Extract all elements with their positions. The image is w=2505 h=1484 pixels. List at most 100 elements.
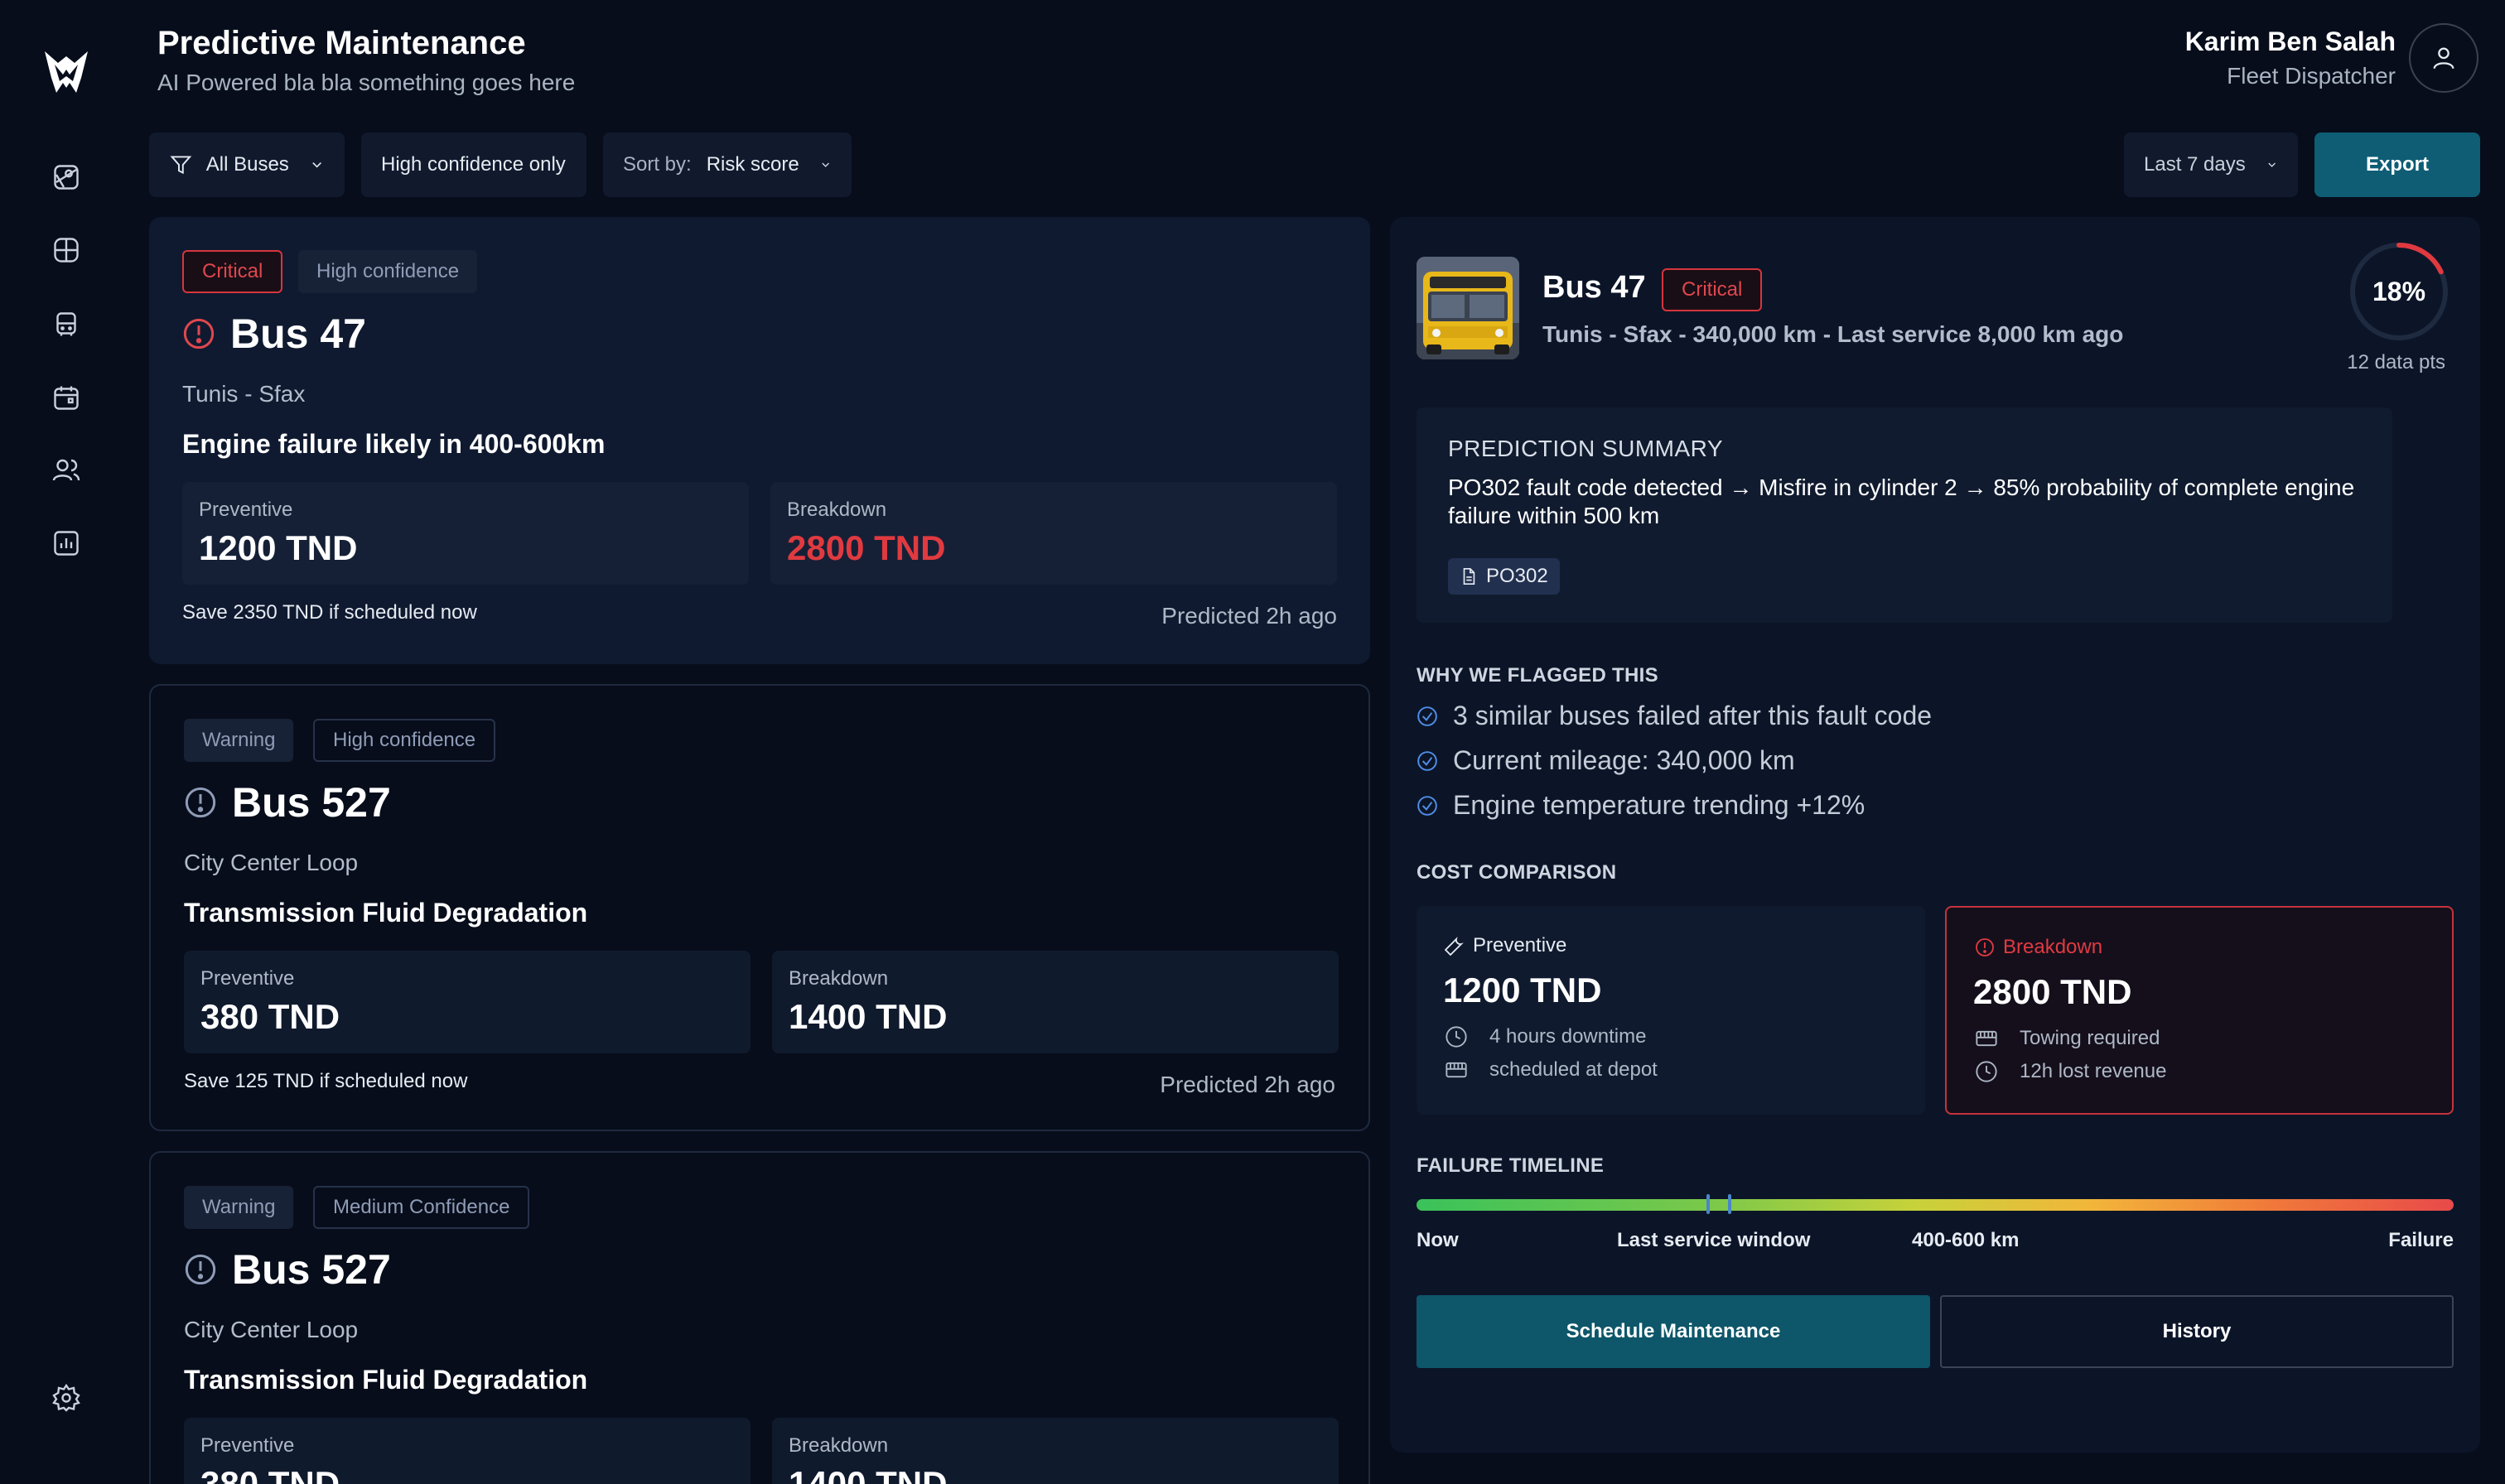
preventive-value: 1200 TND (199, 528, 358, 567)
breakdown-label: Breakdown (789, 967, 889, 990)
info-alert-icon (185, 1254, 216, 1285)
settings-gear-icon[interactable] (43, 1375, 89, 1421)
confidence-badge: High confidence (313, 719, 496, 762)
preventive-cost-box: Preventive 380 TND (184, 951, 751, 1053)
page-subtitle: AI Powered bla bla something goes here (157, 70, 576, 95)
breakdown-header: Breakdown (1975, 936, 2102, 959)
breakdown-cost-box: Breakdown 1400 TND (772, 951, 1339, 1053)
detail-bus-meta: Tunis - Sfax - 340,000 km - Last service… (1542, 321, 2124, 347)
breakdown-row-text: Towing required (2020, 1027, 2160, 1049)
sort-value: Risk score (706, 153, 799, 176)
schedule-maintenance-button[interactable]: Schedule Maintenance (1417, 1295, 1930, 1368)
why-item-text: 3 similar buses failed after this fault … (1453, 701, 1933, 730)
bus-filter-label: All Buses (205, 153, 289, 176)
preventive-cost-box: Preventive 380 TND (184, 1418, 751, 1484)
severity-badge: Critical (182, 250, 283, 293)
severity-badge: Warning (184, 719, 294, 762)
breakdown-value: 2800 TND (1973, 972, 2132, 1011)
why-item: 3 similar buses failed after this fault … (1417, 701, 1932, 731)
preventive-value: 380 TND (200, 997, 340, 1036)
route: Tunis - Sfax (182, 381, 306, 407)
prediction-card[interactable]: Warning Medium Confidence Bus 527 City C… (149, 1151, 1370, 1484)
document-icon (1463, 568, 1475, 585)
nav-bus-icon[interactable] (43, 301, 89, 348)
breakdown-row-text: 12h lost revenue (2020, 1060, 2167, 1082)
cost-title: COST COMPARISON (1417, 861, 1617, 884)
why-item: Current mileage: 340,000 km (1417, 745, 1795, 776)
savings-text: Save 125 TND if scheduled now (184, 1070, 468, 1092)
preventive-row: scheduled at depot (1445, 1058, 1658, 1082)
timeline-now-label: Now (1417, 1229, 1459, 1251)
preventive-label: Preventive (200, 1434, 295, 1457)
wrench-icon (1445, 937, 1464, 956)
preventive-header: Preventive (1445, 934, 1566, 957)
breakdown-label: Breakdown (787, 499, 887, 521)
bus-name: Bus 527 (232, 1246, 391, 1293)
fault-code: PO302 (1486, 565, 1548, 587)
summary-title: PREDICTION SUMMARY (1448, 436, 1724, 461)
detail-bus-name: Bus 47 (1542, 270, 1646, 305)
breakdown-cost-box: Breakdown 2800 TND (770, 482, 1337, 585)
user-role: Fleet Dispatcher (2227, 63, 2396, 89)
why-item-text: Engine temperature trending +12% (1453, 790, 1865, 820)
tow-truck-icon (1976, 1030, 1997, 1047)
prediction-card[interactable]: Critical High confidence Bus 47 Tunis - … (149, 217, 1370, 664)
alert-icon (183, 318, 215, 349)
timeline-range-label: 400-600 km (1912, 1229, 2020, 1251)
breakdown-label: Breakdown (2003, 936, 2103, 958)
high-confidence-label: High confidence only (381, 153, 566, 176)
detail-panel: Bus 47 Critical Tunis - Sfax - 340,000 k… (1390, 217, 2480, 1453)
user-name: Karim Ben Salah (2184, 26, 2396, 56)
failure-timeline-bar (1417, 1199, 2454, 1211)
breakdown-row: 12h lost revenue (1975, 1060, 2166, 1083)
issue-title: Transmission Fluid Degradation (184, 898, 588, 928)
detail-severity-badge: Critical (1662, 268, 1763, 311)
filter-icon (170, 156, 192, 175)
date-range-dropdown[interactable]: Last 7 days (2124, 132, 2298, 197)
predicted-time: Predicted 2h ago (1160, 1072, 1335, 1097)
export-button[interactable]: Export (2314, 132, 2480, 197)
app-logo[interactable] (40, 45, 93, 98)
issue-title: Engine failure likely in 400-600km (182, 429, 606, 459)
preventive-label: Preventive (200, 967, 295, 990)
timeline-marker (1728, 1194, 1731, 1214)
card-bus-title: Bus 47 (182, 310, 366, 358)
breakdown-value: 2800 TND (787, 528, 946, 567)
route: City Center Loop (184, 850, 359, 875)
why-item: Engine temperature trending +12% (1417, 790, 1865, 821)
check-circle-icon (1417, 750, 1437, 771)
bus-photo-illustration (1417, 257, 1519, 359)
preventive-label: Preventive (199, 499, 293, 521)
savings-text: Save 2350 TND if scheduled now (182, 601, 477, 624)
summary-text: PO302 fault code detected → Misfire in c… (1448, 475, 2355, 528)
nav-reports-icon[interactable] (43, 520, 89, 566)
page-title: Predictive Maintenance (157, 25, 526, 61)
prediction-card[interactable]: Warning High confidence Bus 527 City Cen… (149, 684, 1370, 1131)
route: City Center Loop (184, 1317, 359, 1342)
user-icon (2433, 47, 2454, 70)
preventive-label: Preventive (1473, 934, 1567, 956)
prediction-summary: PREDICTION SUMMARY PO302 fault code dete… (1417, 407, 2392, 623)
preventive-row-text: scheduled at depot (1489, 1058, 1658, 1081)
info-alert-icon (185, 787, 216, 818)
nav-users-icon[interactable] (43, 447, 89, 494)
date-range-label: Last 7 days (2144, 153, 2246, 176)
breakdown-comparison-box: Breakdown 2800 TND Towing required 12h l… (1945, 906, 2454, 1115)
bus-name: Bus 47 (230, 311, 366, 357)
avatar[interactable] (2409, 23, 2478, 93)
high-confidence-toggle[interactable]: High confidence only (361, 132, 586, 197)
preventive-cost-box: Preventive 1200 TND (182, 482, 749, 585)
history-button[interactable]: History (1940, 1295, 2454, 1368)
bus-filter-dropdown[interactable]: All Buses (149, 132, 345, 197)
fault-code-chip[interactable]: PO302 (1448, 558, 1560, 595)
nav-dashboard-icon[interactable] (43, 227, 89, 273)
preventive-comparison-box: Preventive 1200 TND 4 hours downtime sch… (1417, 906, 1925, 1115)
nav-map-icon[interactable] (43, 154, 89, 200)
clock-icon (1976, 1061, 1997, 1082)
nav-calendar-icon[interactable] (43, 374, 89, 421)
sort-dropdown[interactable]: Sort by: Risk score (603, 132, 852, 197)
preventive-value: 1200 TND (1443, 971, 1602, 1009)
timeline-failure-label: Failure (2388, 1229, 2454, 1251)
breakdown-value: 1400 TND (789, 997, 948, 1036)
preventive-value: 380 TND (200, 1464, 340, 1484)
